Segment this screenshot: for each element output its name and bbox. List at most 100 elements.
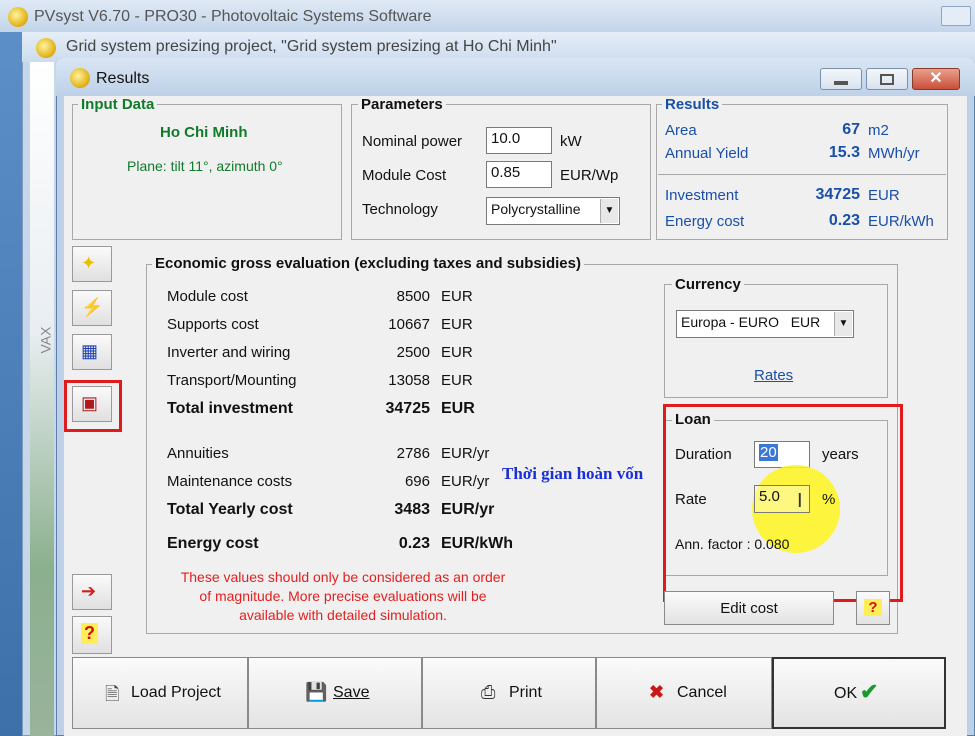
results-window-icon: [70, 68, 90, 88]
load-project-label: Load Project: [131, 684, 221, 701]
cancel-x-icon: ✖: [649, 682, 665, 702]
module-cost-input[interactable]: 0.85: [486, 161, 552, 188]
annual-yield-value: 15.3: [828, 144, 860, 161]
energy-cost-row-unit: EUR/kWh: [441, 535, 513, 552]
module-cost-row-value: 8500: [396, 288, 430, 305]
results-divider: [658, 174, 946, 175]
close-button[interactable]: ✕: [912, 68, 960, 90]
side-button-help[interactable]: ?: [72, 616, 112, 654]
print-label: Print: [509, 684, 542, 701]
module-cost-unit: EUR/Wp: [560, 167, 619, 184]
rates-link[interactable]: Rates: [754, 367, 793, 384]
maintenance-row-unit: EUR/yr: [441, 473, 490, 490]
annuities-row-value: 2786: [396, 445, 430, 462]
currency-title: Currency: [672, 276, 744, 293]
side-text: VAX: [37, 326, 54, 354]
project-window-sidebar: VAX: [30, 62, 54, 736]
main-app-title: PVsyst V6.70 - PRO30 - Photovoltaic Syst…: [34, 8, 432, 25]
checkmark-icon: ✔: [860, 679, 879, 704]
energy-cost-row-value: 0.23: [398, 535, 430, 552]
supports-cost-row-label: Supports cost: [167, 316, 259, 333]
print-button[interactable]: ⎙ Print: [422, 657, 596, 729]
results-title: Results: [662, 96, 723, 113]
project-app-icon: [36, 38, 56, 58]
annuities-row-unit: EUR/yr: [441, 445, 490, 462]
table-icon: ▦: [81, 341, 99, 361]
supports-cost-row-value: 10667: [388, 316, 430, 333]
annuities-row-label: Annuities: [167, 445, 229, 462]
module-cost-label: Module Cost: [362, 167, 447, 184]
minimize-icon: [834, 81, 848, 85]
input-data-title: Input Data: [78, 96, 158, 113]
nominal-power-label: Nominal power: [362, 133, 463, 150]
cancel-label: Cancel: [677, 684, 727, 701]
nominal-power-input[interactable]: 10.0: [486, 127, 552, 154]
maximize-button[interactable]: [941, 6, 971, 26]
inverter-row-unit: EUR: [441, 344, 473, 361]
save-icon: 💾: [305, 682, 328, 702]
load-project-button[interactable]: 🗎 Load Project: [72, 657, 248, 729]
side-button-table[interactable]: ▦: [72, 334, 112, 370]
transport-row-label: Transport/Mounting: [167, 372, 297, 389]
pv-module-icon: ⚡: [81, 297, 104, 317]
cancel-button[interactable]: ✖ Cancel: [596, 657, 772, 729]
plane-orientation: Plane: tilt 11°, azimuth 0°: [127, 158, 283, 174]
total-yearly-cost-label: Total Yearly cost: [167, 501, 293, 518]
annotation-payback: Thời gian hoàn vốn: [502, 464, 644, 483]
technology-selected: Polycrystalline: [491, 201, 581, 217]
note-line-3: available with detailed simulation.: [239, 607, 447, 623]
help-icon: ?: [81, 623, 98, 644]
chevron-down-icon: ▼: [600, 199, 618, 223]
printer-icon: ⎙: [481, 682, 496, 702]
transport-row-unit: EUR: [441, 372, 473, 389]
maintenance-row-label: Maintenance costs: [167, 473, 293, 490]
energy-cost-result-unit: EUR/kWh: [868, 213, 934, 230]
currency-select[interactable]: Europa - EURO EUR ▼: [676, 310, 854, 338]
technology-label: Technology: [362, 201, 438, 218]
note-line-1: These values should only be considered a…: [180, 569, 506, 585]
total-investment-label: Total investment: [167, 400, 293, 417]
nominal-power-unit: kW: [560, 133, 582, 150]
edit-cost-button[interactable]: Edit cost: [664, 591, 834, 625]
total-investment-unit: EUR: [441, 400, 475, 417]
investment-unit: EUR: [868, 187, 900, 204]
results-window-title: Results: [96, 70, 150, 87]
ok-label: OK: [834, 685, 858, 702]
chevron-down-icon: ▼: [834, 312, 852, 336]
side-button-module[interactable]: ⚡: [72, 290, 112, 326]
save-button[interactable]: 💾 Save: [248, 657, 422, 729]
side-button-light[interactable]: ✦: [72, 246, 112, 282]
desktop-strip: [0, 32, 22, 736]
total-yearly-cost-value: 3483: [394, 501, 430, 518]
site-name: Ho Chi Minh: [160, 124, 248, 141]
energy-cost-result-label: Energy cost: [665, 213, 745, 230]
highlight-loan-box: [663, 404, 903, 602]
close-icon: ✕: [929, 70, 943, 87]
investment-label: Investment: [665, 187, 739, 204]
module-cost-row-unit: EUR: [441, 288, 473, 305]
annual-yield-label: Annual Yield: [665, 145, 749, 162]
lightbulb-icon: ✦: [81, 253, 97, 273]
supports-cost-row-unit: EUR: [441, 316, 473, 333]
area-unit: m2: [868, 122, 889, 139]
help-icon: ?: [864, 599, 882, 616]
currency-selected: Europa - EURO EUR: [681, 314, 821, 330]
edit-cost-help-button[interactable]: ?: [856, 591, 890, 625]
restore-button[interactable]: [866, 68, 908, 90]
area-label: Area: [665, 122, 697, 139]
total-investment-value: 34725: [385, 400, 431, 417]
side-button-export[interactable]: ➔: [72, 574, 112, 610]
maintenance-row-value: 696: [404, 473, 430, 490]
minimize-button[interactable]: [820, 68, 862, 90]
restore-icon: [880, 74, 894, 85]
transport-row-value: 13058: [388, 372, 430, 389]
ok-button[interactable]: OK ✔: [772, 657, 946, 729]
parameters-title: Parameters: [358, 96, 446, 113]
project-window-title: Grid system presizing project, "Grid sys…: [66, 38, 557, 55]
annual-yield-unit: MWh/yr: [868, 145, 920, 162]
export-icon: ➔: [81, 581, 97, 601]
main-app-titlebar: PVsyst V6.70 - PRO30 - Photovoltaic Syst…: [0, 0, 975, 32]
technology-select[interactable]: Polycrystalline ▼: [486, 197, 620, 225]
energy-cost-result-value: 0.23: [828, 212, 860, 229]
inverter-row-label: Inverter and wiring: [167, 344, 291, 361]
